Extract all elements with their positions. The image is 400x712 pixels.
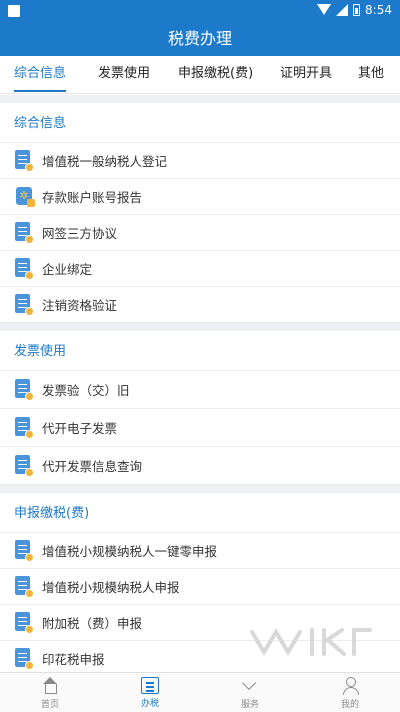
- list-item[interactable]: 附加税（费）申报: [0, 605, 400, 641]
- battery-icon: [353, 4, 361, 16]
- list-item[interactable]: 印花税申报: [0, 641, 400, 672]
- document-icon: [14, 257, 34, 280]
- status-time: 8:54: [365, 3, 392, 17]
- list-item[interactable]: 增值税小规模纳税人一键零申报: [0, 533, 400, 569]
- nav-mine[interactable]: 我的: [300, 673, 400, 712]
- document-icon: [14, 221, 34, 244]
- document-icon: [14, 647, 34, 670]
- service-list[interactable]: 综合信息 增值税一般纳税人登记 存款账户账号报告 网签三方协议 企业绑定 注销资…: [0, 95, 400, 672]
- list-item[interactable]: 增值税一般纳税人登记: [0, 143, 400, 179]
- document-icon: [14, 378, 34, 401]
- list-item-label: 代开发票信息查询: [42, 459, 143, 474]
- nav-home[interactable]: 首页: [0, 673, 100, 712]
- section-gap: [0, 323, 400, 331]
- section-title-declare-pay-tax: 申报缴税(费): [0, 493, 400, 533]
- list-icon: [141, 677, 159, 694]
- category-tabs: 综合信息 发票使用 申报缴税(费) 证明开具 其他: [0, 56, 400, 94]
- document-icon: [14, 293, 34, 316]
- tab-invoice-use[interactable]: 发票使用: [98, 56, 150, 94]
- nav-tax[interactable]: 办税: [100, 673, 200, 712]
- document-icon: [14, 454, 34, 477]
- wifi-icon: [317, 4, 332, 16]
- list-item[interactable]: 存款账户账号报告: [0, 179, 400, 215]
- bottom-nav: 首页 办税 服务 我的: [0, 672, 400, 712]
- tab-other[interactable]: 其他: [358, 56, 384, 94]
- list-item-label: 附加税（费）申报: [42, 616, 143, 631]
- home-icon: [40, 677, 60, 695]
- heart-icon: [240, 677, 260, 695]
- tab-declare-pay-tax[interactable]: 申报缴税(费): [178, 56, 253, 94]
- list-item-label: 网签三方协议: [42, 226, 118, 241]
- user-icon: [340, 677, 360, 695]
- document-icon: [14, 149, 34, 172]
- list-item-label: 代开电子发票: [42, 421, 118, 436]
- list-item-label: 增值税小规模纳税人申报: [42, 580, 180, 595]
- tab-certificate[interactable]: 证明开具: [280, 56, 332, 94]
- section-gap: [0, 485, 400, 493]
- nav-service[interactable]: 服务: [200, 673, 300, 712]
- list-item[interactable]: 发票验（交）旧: [0, 371, 400, 409]
- signal-icon: [336, 4, 349, 16]
- section-title-invoice-use: 发票使用: [0, 331, 400, 371]
- list-item-label: 增值税一般纳税人登记: [42, 154, 168, 169]
- app-bar: 税费办理: [0, 22, 400, 56]
- list-item[interactable]: 增值税小规模纳税人申报: [0, 569, 400, 605]
- nav-mine-label: 我的: [340, 700, 359, 710]
- list-item-label: 企业绑定: [42, 262, 93, 277]
- list-item-label: 印花税申报: [42, 652, 105, 667]
- nav-tax-label: 办税: [140, 699, 159, 709]
- list-item[interactable]: 网签三方协议: [0, 215, 400, 251]
- section-gap: [0, 95, 400, 103]
- nav-home-label: 首页: [40, 700, 59, 710]
- document-icon: [14, 575, 34, 598]
- document-icon: [14, 611, 34, 634]
- list-item[interactable]: 企业绑定: [0, 251, 400, 287]
- list-item[interactable]: 注销资格验证: [0, 287, 400, 323]
- status-bar: 8:54: [0, 0, 400, 22]
- section-title-comprehensive-info: 综合信息: [0, 103, 400, 143]
- list-item-label: 发票验（交）旧: [42, 383, 130, 398]
- page-title: 税费办理: [167, 29, 232, 48]
- settings-doc-icon: [14, 186, 35, 208]
- list-item-label: 存款账户账号报告: [42, 190, 143, 205]
- document-icon: [14, 416, 34, 439]
- document-icon: [14, 539, 34, 562]
- status-icons: 8:54: [317, 3, 392, 17]
- tab-comprehensive-info[interactable]: 综合信息: [14, 56, 67, 94]
- list-item[interactable]: 代开电子发票: [0, 409, 400, 447]
- list-item[interactable]: 代开发票信息查询: [0, 447, 400, 485]
- nav-service-label: 服务: [240, 700, 259, 710]
- list-item-label: 增值税小规模纳税人一键零申报: [42, 544, 218, 559]
- list-item-label: 注销资格验证: [42, 298, 118, 313]
- notification-icon: [8, 5, 20, 17]
